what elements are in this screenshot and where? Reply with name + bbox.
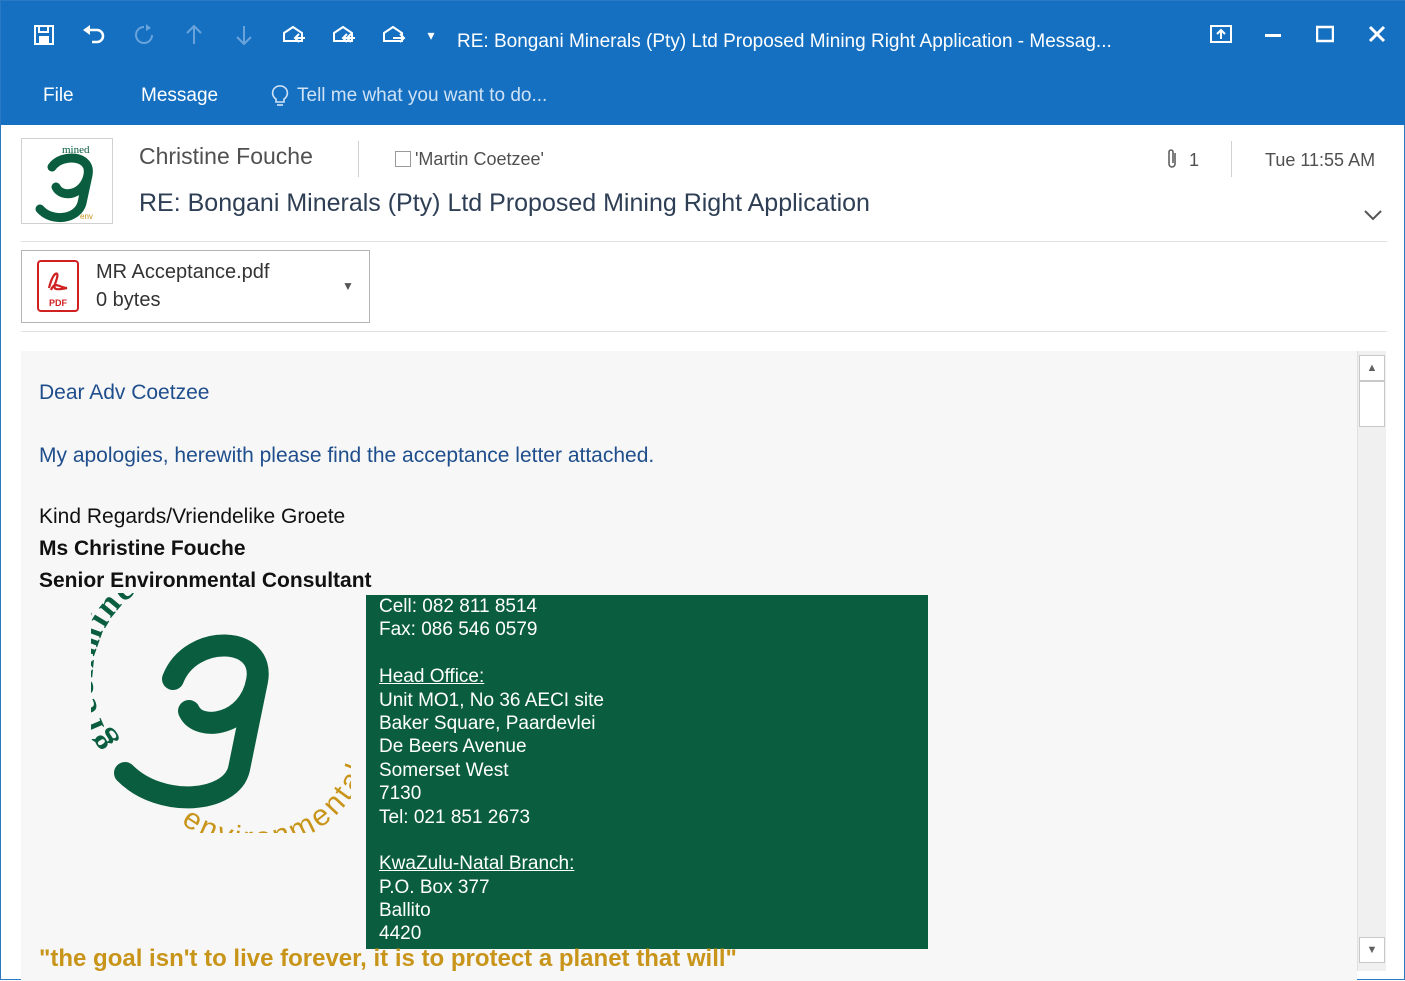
scrollbar-thumb[interactable] [1359, 381, 1385, 427]
save-icon[interactable] [19, 21, 69, 49]
header-divider [358, 141, 359, 177]
greeting: Dear Adv Coetzee [39, 381, 210, 404]
attachment-name: MR Acceptance.pdf [96, 261, 270, 283]
window-controls [1195, 19, 1403, 49]
quick-access-toolbar: ▾ [19, 21, 443, 49]
previous-item-icon[interactable] [169, 21, 219, 49]
vertical-scrollbar[interactable]: ▲ ▼ [1357, 351, 1386, 971]
reply-all-icon[interactable] [319, 21, 369, 49]
chevron-down-icon[interactable] [1361, 205, 1385, 225]
svg-text:PDF: PDF [49, 298, 68, 308]
svg-text:greenmined: greenmined [91, 593, 159, 759]
recipient-checkbox[interactable] [395, 151, 411, 167]
tell-me-search[interactable]: Tell me what you want to do... [271, 81, 547, 111]
contact-details-box: Cell: 082 811 8514 Fax: 086 546 0579 Hea… [366, 595, 928, 949]
message-subject: RE: Bongani Minerals (Pty) Ltd Proposed … [139, 189, 870, 217]
address-line: Baker Square, Paardevlei [379, 712, 596, 734]
received-time: Tue 11:55 AM [1265, 150, 1376, 170]
pdf-file-icon: PDF [37, 260, 79, 312]
minimize-icon[interactable] [1247, 19, 1299, 49]
divider [21, 241, 1387, 242]
greenmined-logo: greenmined environmental [63, 556, 371, 855]
address-line: P.O. Box 377 [379, 876, 490, 898]
customize-toolbar-icon[interactable]: ▾ [419, 21, 443, 49]
reply-icon[interactable] [269, 21, 319, 49]
paperclip-icon [1165, 147, 1179, 171]
address-line: 4420 [379, 923, 422, 945]
attachment-count: 1 [1189, 150, 1200, 170]
signature-name: Ms Christine Fouche [39, 537, 246, 560]
tab-message[interactable]: Message [141, 81, 218, 111]
sender-avatar: mined env [21, 138, 113, 224]
header-divider-2 [1231, 141, 1232, 177]
scroll-down-arrow-icon[interactable]: ▼ [1359, 937, 1385, 963]
branch-title: KwaZulu-Natal Branch: [379, 853, 575, 875]
undo-icon[interactable] [69, 21, 119, 49]
address-line: Ballito [379, 900, 431, 922]
office-phone: Tel: 021 851 2673 [379, 806, 531, 828]
recipient[interactable]: 'Martin Coetzee' [415, 149, 544, 170]
message-window: ▾ RE: Bongani Minerals (Pty) Ltd Propose… [0, 0, 1405, 981]
address-line: 7130 [379, 783, 422, 805]
address-line: De Beers Avenue [379, 736, 527, 758]
sender-name[interactable]: Christine Fouche [139, 143, 313, 170]
window-title: RE: Bongani Minerals (Pty) Ltd Proposed … [457, 31, 1112, 52]
divider [21, 331, 1387, 332]
close-icon[interactable] [1351, 19, 1403, 49]
address-line: Somerset West [379, 759, 509, 781]
tell-me-text: Tell me what you want to do... [297, 85, 548, 106]
svg-text:env: env [80, 212, 93, 221]
attachment-card[interactable]: PDF MR Acceptance.pdf 0 bytes ▼ [21, 250, 370, 323]
signature-quote: "the goal isn't to live forever, it is t… [39, 945, 737, 972]
fax-number: Fax: 086 546 0579 [379, 619, 538, 641]
cell-number: Cell: 082 811 8514 [379, 596, 538, 617]
message-body: Dear Adv Coetzee My apologies, herewith … [21, 351, 1357, 981]
head-office-title: Head Office: [379, 666, 485, 688]
scroll-up-arrow-icon[interactable]: ▲ [1359, 355, 1385, 381]
address-line: Unit MO1, No 36 AECI site [379, 689, 604, 711]
maximize-icon[interactable] [1299, 19, 1351, 49]
ribbon-display-icon[interactable] [1195, 19, 1247, 49]
avatar-logo-text: mined [62, 144, 90, 156]
redo-icon[interactable] [119, 21, 169, 49]
attachment-dropdown-icon[interactable]: ▼ [342, 279, 354, 293]
title-bar: ▾ RE: Bongani Minerals (Pty) Ltd Propose… [1, 1, 1405, 71]
ribbon-tabs: File Message Tell me what you want to do… [1, 71, 1405, 125]
attachment-size: 0 bytes [96, 289, 161, 311]
lightbulb-icon [271, 84, 289, 108]
next-item-icon[interactable] [219, 21, 269, 49]
forward-icon[interactable] [369, 21, 419, 49]
message-text: My apologies, herewith please find the a… [39, 444, 655, 467]
tab-file[interactable]: File [43, 81, 74, 111]
signature-role: Senior Environmental Consultant [39, 569, 372, 592]
signoff: Kind Regards/Vriendelike Groete [39, 505, 346, 528]
